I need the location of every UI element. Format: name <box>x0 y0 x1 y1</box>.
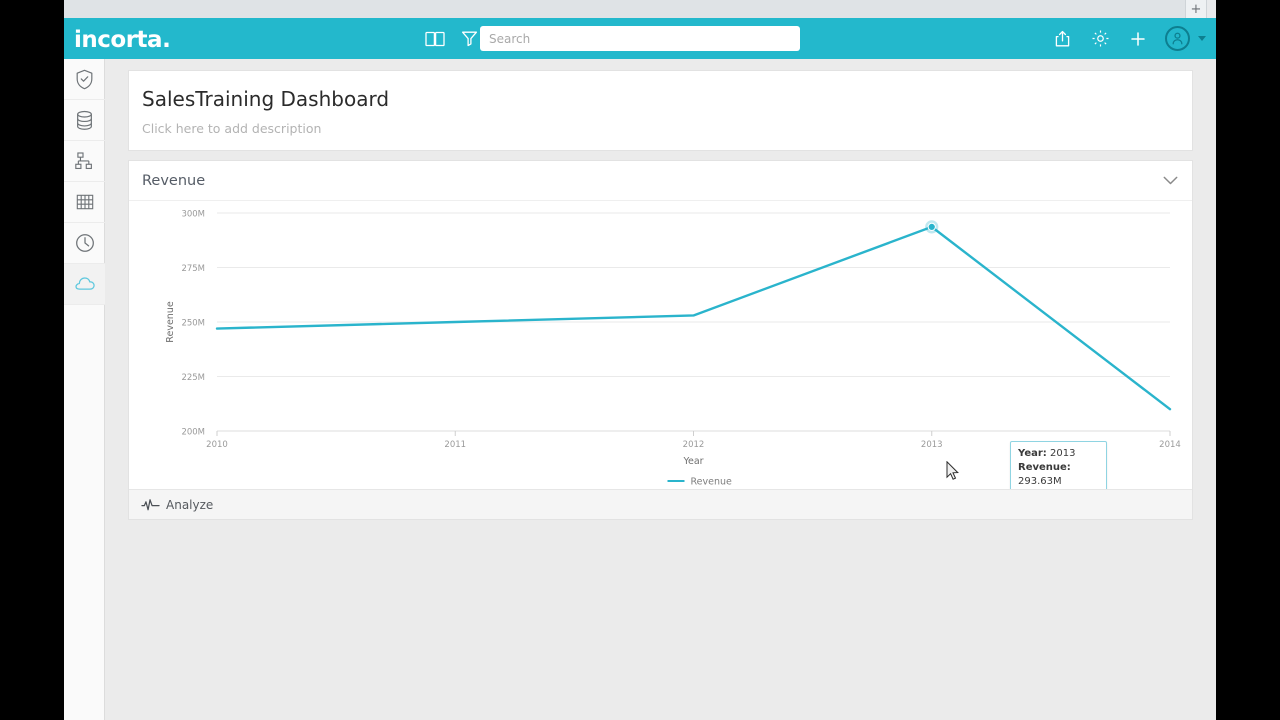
sidebar-item-scheduler[interactable] <box>64 223 105 264</box>
share-icon[interactable] <box>1051 28 1073 50</box>
screen: + incorta. Search SalesTraining Dashboar… <box>0 0 1280 720</box>
sidebar <box>64 59 105 720</box>
dashboard-description-placeholder[interactable]: Click here to add description <box>142 121 1179 136</box>
dashboard-content: SalesTraining Dashboard Click here to ad… <box>105 59 1216 720</box>
analyze-button[interactable]: Analyze <box>141 498 213 512</box>
x-axis-title: Year <box>682 456 703 467</box>
page-title: SalesTraining Dashboard <box>142 87 390 111</box>
browser-chrome: + <box>64 0 1216 18</box>
data-point-highlighted[interactable] <box>927 222 936 231</box>
y-axis-tick-label: 200M <box>181 428 205 438</box>
x-axis-tick-label: 2014 <box>1159 440 1181 450</box>
x-axis-tick-label: 2013 <box>921 440 943 450</box>
logo-text: incorta <box>74 27 163 53</box>
avatar[interactable] <box>1165 26 1190 51</box>
chevron-down-icon[interactable] <box>1198 36 1206 41</box>
chart-card-footer: Analyze <box>129 489 1192 519</box>
y-axis-tick-label: 275M <box>181 264 205 274</box>
search-input[interactable] <box>480 26 800 51</box>
chart-title: Revenue <box>142 172 206 189</box>
x-axis-tick-label: 2012 <box>683 440 705 450</box>
filter-icon[interactable] <box>458 28 480 50</box>
revenue-chart-card: Revenue 200M 225M 250M 275M 300M 2010 2011 2012… <box>128 160 1193 520</box>
book-icon[interactable] <box>424 28 446 50</box>
y-axis-tick-label: 225M <box>181 373 205 383</box>
tab-strip <box>64 0 1186 18</box>
top-navigation-bar: incorta. <box>64 18 1216 59</box>
sidebar-item-cloud[interactable] <box>64 264 105 305</box>
revenue-line-chart: 200M 225M 250M 275M 300M 2010 2011 2012 2013 2014… <box>165 210 1181 488</box>
y-axis-tick-label: 250M <box>181 319 205 329</box>
dashboard-header-card: SalesTraining Dashboard Click here to ad… <box>128 70 1193 151</box>
y-axis-title: Revenue <box>165 301 176 343</box>
incorta-app: incorta. Search SalesTraining Dashboard … <box>64 18 1216 720</box>
sidebar-item-data[interactable] <box>64 100 105 141</box>
chrome-right-filler <box>1271 0 1280 18</box>
sidebar-item-schema[interactable] <box>64 141 105 182</box>
pulse-icon <box>141 499 160 511</box>
incorta-logo[interactable]: incorta. <box>74 27 171 53</box>
x-axis-tick-label: 2010 <box>206 440 228 450</box>
right-toolbar <box>1051 18 1206 59</box>
y-axis-tick-label: 300M <box>181 210 205 220</box>
search-container <box>480 26 800 51</box>
logo-dot: . <box>162 27 171 53</box>
chart-card-header: Revenue <box>129 161 1192 201</box>
sidebar-item-security[interactable] <box>64 59 105 100</box>
new-tab-button[interactable]: + <box>1185 0 1207 18</box>
x-axis-tick-label: 2011 <box>444 440 466 450</box>
legend-label-revenue[interactable]: Revenue <box>691 477 733 488</box>
series-line-revenue[interactable] <box>215 225 1172 411</box>
chart-plot-area: 200M 225M 250M 275M 300M 2010 2011 2012 2013 2014… <box>129 201 1192 489</box>
gear-icon[interactable] <box>1089 28 1111 50</box>
center-toolbar <box>424 18 480 59</box>
chevron-down-icon[interactable] <box>1163 176 1178 185</box>
analyze-label: Analyze <box>166 497 214 512</box>
sidebar-item-tables[interactable] <box>64 182 105 223</box>
plus-icon[interactable] <box>1127 28 1149 50</box>
